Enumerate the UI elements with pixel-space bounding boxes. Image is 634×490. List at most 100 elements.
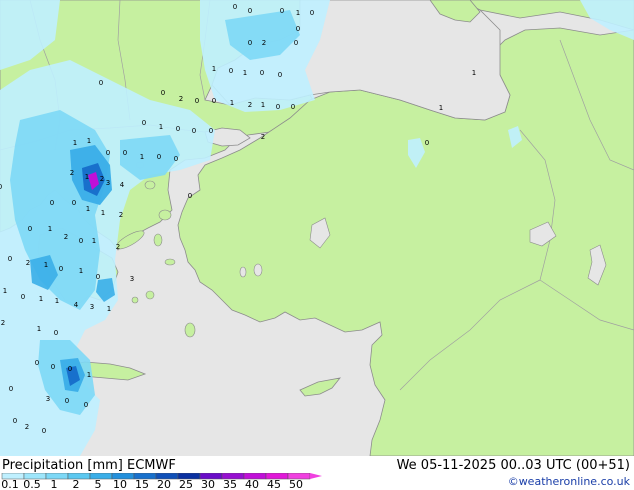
precip-value: 0 xyxy=(161,89,165,97)
precip-value: 0 xyxy=(188,192,192,200)
precip-value: 0 xyxy=(310,9,314,17)
map-footer: Precipitation [mm] ECMWF We 05-11-2025 0… xyxy=(0,456,634,490)
precip-value: 0 xyxy=(50,199,54,207)
precip-value: 4 xyxy=(120,181,125,189)
precip-value: 1 xyxy=(261,101,265,109)
precip-value: 0 xyxy=(233,3,237,11)
precip-value: 1 xyxy=(55,297,59,305)
precip-value: 1 xyxy=(73,139,77,147)
precip-value: 0 xyxy=(8,255,12,263)
precip-value: 1 xyxy=(243,69,247,77)
island-naxos xyxy=(145,290,155,300)
precip-value: 1 xyxy=(87,137,91,145)
precip-value: 1 xyxy=(296,9,300,17)
precip-value: 0 xyxy=(278,71,282,79)
legend-tick: 1 xyxy=(51,478,58,490)
precipitation-map[interactable]: 0001000200100100200121000100021101100100… xyxy=(0,0,634,456)
precip-value: 2 xyxy=(1,319,5,327)
island-paros xyxy=(131,296,139,304)
legend-tick: 35 xyxy=(223,478,237,490)
legend-tick: 25 xyxy=(179,478,193,490)
legend-tick: 15 xyxy=(135,478,149,490)
lake-egirdir xyxy=(239,266,247,278)
precip-value: 0 xyxy=(84,401,88,409)
legend-tick: 5 xyxy=(95,478,102,490)
precip-value: 0 xyxy=(54,329,58,337)
precip-value: 0 xyxy=(176,125,180,133)
legend-labels: 0.1 0.5 1 2 5 10 15 20 25 30 35 40 45 50 xyxy=(1,478,303,490)
product-name: Precipitation [mm] xyxy=(2,458,123,473)
precip-value: 0 xyxy=(212,97,216,105)
precip-value: 2 xyxy=(248,101,252,109)
island-chios xyxy=(153,233,163,247)
precip-value: 0 xyxy=(0,183,2,191)
precip-value: 1 xyxy=(212,65,216,73)
precip-value: 1 xyxy=(39,295,43,303)
precip-value: 2 xyxy=(179,95,183,103)
precip-value: 0 xyxy=(35,359,39,367)
precip-value: 3 xyxy=(46,395,50,403)
valid-time: We 05-11-2025 00..03 UTC (00+51) xyxy=(396,458,630,473)
precip-value: 0 xyxy=(65,397,69,405)
precip-value: 1 xyxy=(3,287,7,295)
credit-link[interactable]: ©weatheronline.co.uk xyxy=(508,475,630,488)
legend-tick: 0.5 xyxy=(23,478,41,490)
precip-value: 2 xyxy=(25,423,29,431)
precip-value: 3 xyxy=(106,179,110,187)
legend-tick: 0.1 xyxy=(1,478,19,490)
lake-beysehir xyxy=(253,263,263,277)
precip-value: 0 xyxy=(296,25,300,33)
precip-value: 2 xyxy=(26,259,30,267)
precip-value: 0 xyxy=(13,417,17,425)
model-name: ECMWF xyxy=(127,458,176,473)
precip-value: 0 xyxy=(42,427,46,435)
precip-value: 0 xyxy=(294,39,298,47)
precip-value: 0 xyxy=(59,265,63,273)
precip-value: 1 xyxy=(44,261,48,269)
legend-tick: 2 xyxy=(73,478,80,490)
precip-value: 0 xyxy=(68,365,72,373)
title-label: Precipitation [mm] ECMWF xyxy=(2,458,176,473)
precip-value: 0 xyxy=(209,127,213,135)
precip-value: 0 xyxy=(276,103,280,111)
precip-value: 1 xyxy=(86,205,90,213)
precip-value: 2 xyxy=(261,133,265,141)
legend-tick: 50 xyxy=(289,478,303,490)
precip-value: 0 xyxy=(9,385,13,393)
precip-value: 1 xyxy=(439,104,443,112)
precip-value: 1 xyxy=(107,305,111,313)
precip-value: 0 xyxy=(157,153,161,161)
map-canvas: 0 0 0 1 000 2 00 1 0 01002 0 0 1 2 1 0 00 1 0 0 021101 10 0 1 0 0… xyxy=(0,0,634,456)
legend-tick: 40 xyxy=(245,478,259,490)
precip-value: 0 xyxy=(21,293,25,301)
precip-value: 0 xyxy=(229,67,233,75)
precip-value: 1 xyxy=(101,209,105,217)
precip-value: 1 xyxy=(140,153,144,161)
precip-value: 0 xyxy=(248,7,252,15)
precip-value: 1 xyxy=(87,371,91,379)
precip-value: 2 xyxy=(64,233,68,241)
precip-value: 0 xyxy=(99,79,103,87)
precip-value: 1 xyxy=(159,123,163,131)
precip-value: 2 xyxy=(116,243,120,251)
precip-value: 2 xyxy=(100,175,104,183)
precip-value: 3 xyxy=(90,303,94,311)
precip-value: 0 xyxy=(96,273,100,281)
island-samos xyxy=(164,258,176,266)
precip-value: 0 xyxy=(106,149,110,157)
legend-tick: 30 xyxy=(201,478,215,490)
precip-value: 1 xyxy=(92,237,96,245)
precip-value: 1 xyxy=(37,325,41,333)
precip-value: 0 xyxy=(260,69,264,77)
island-lemnos xyxy=(144,180,156,190)
precip-value: 0 xyxy=(123,149,127,157)
legend-tick: 10 xyxy=(113,478,127,490)
precip-value: 1 xyxy=(85,173,89,181)
precip-value: 0 xyxy=(72,199,76,207)
precip-value: 1 xyxy=(48,225,52,233)
color-legend: 0.1 0.5 1 2 5 10 15 20 25 30 35 40 45 50 xyxy=(1,473,322,490)
precip-value: 0 xyxy=(28,225,32,233)
precip-value: 0 xyxy=(79,237,83,245)
precip-value: 4 xyxy=(74,301,79,309)
precip-value: 0 xyxy=(425,139,429,147)
